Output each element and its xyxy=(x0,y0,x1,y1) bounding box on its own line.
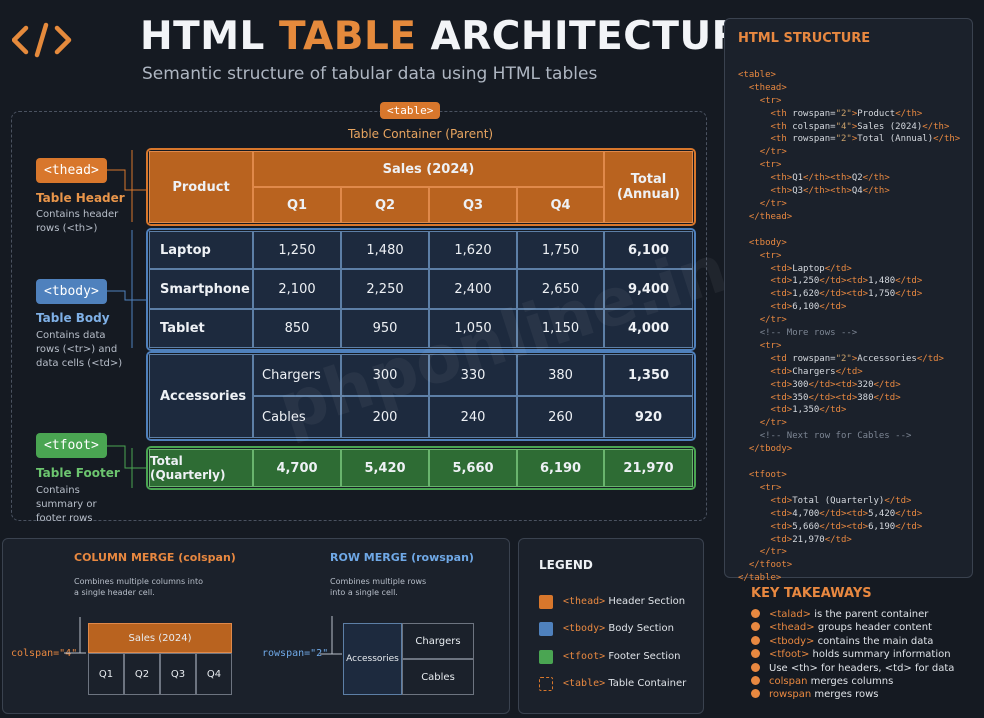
colspan-desc: Combines multiple columns into a single … xyxy=(74,577,203,597)
legend-item-table: <table> Table Container xyxy=(563,678,687,689)
td-product: Tablet xyxy=(149,309,253,348)
th-q3: Q3 xyxy=(429,187,517,223)
html-structure-code: <table> <thead> <tr> <th rowspan="2">Pro… xyxy=(738,69,961,584)
legend-item-tbody: <tbody> Body Section xyxy=(563,623,674,634)
legend-swatch-thead xyxy=(539,595,553,609)
rowspan-title: ROW MERGE (rowspan) xyxy=(330,551,474,564)
key-takeaways-title: KEY TAKEAWAYS xyxy=(751,586,872,601)
check-icon xyxy=(751,635,760,645)
tf-total: 21,970 xyxy=(604,449,693,487)
rowspan-cell: Cables xyxy=(402,659,474,695)
key-takeaways-list: <talad> is the parent container <thead> … xyxy=(751,608,954,702)
tf-q1: 4,700 xyxy=(253,449,341,487)
rowspan-desc: Combines multiple rows into a single cel… xyxy=(330,577,427,597)
td-q2: 1,480 xyxy=(341,231,429,269)
colspan-cell: Q4 xyxy=(196,653,232,695)
th-total: Total (Annual) xyxy=(604,151,693,223)
legend-item-tfoot: <tfoot> Footer Section xyxy=(563,651,681,662)
legend-swatch-tbody xyxy=(539,622,553,636)
check-icon xyxy=(751,676,760,686)
legend-swatch-tfoot xyxy=(539,650,553,664)
legend-item-thead: <thead> Header Section xyxy=(563,596,686,607)
takeaway-item: <tfoot> holds summary information xyxy=(751,648,954,661)
check-icon xyxy=(751,622,760,632)
th-q1: Q1 xyxy=(253,187,341,223)
colspan-cell: Q1 xyxy=(88,653,124,695)
takeaway-item: rowspan merges rows xyxy=(751,688,954,701)
td-accessories-rowspan: Accessories xyxy=(149,354,253,438)
td-q2: 2,250 xyxy=(341,269,429,309)
takeaway-item: Use <th> for headers, <td> for data xyxy=(751,662,954,675)
colspan-cell: Q3 xyxy=(160,653,196,695)
takeaway-item: <talad> is the parent container xyxy=(751,608,954,621)
rowspan-merged-cell: Accessories xyxy=(343,623,402,695)
th-product: Product xyxy=(149,151,253,223)
td-q1: 1,250 xyxy=(253,231,341,269)
th-sales: Sales (2024) xyxy=(253,151,604,187)
td-q1: 850 xyxy=(253,309,341,348)
takeaway-item: <tbody> contains the main data xyxy=(751,635,954,648)
td-q: 240 xyxy=(429,396,517,438)
colspan-merged-cell: Sales (2024) xyxy=(88,623,232,653)
html-structure-title: HTML STRUCTURE xyxy=(738,31,871,46)
td-total: 1,350 xyxy=(604,354,693,396)
td-product: Smartphone xyxy=(149,269,253,309)
td-q1: 2,100 xyxy=(253,269,341,309)
check-icon xyxy=(751,649,760,659)
takeaway-item: colspan merges columns xyxy=(751,675,954,688)
colspan-title: COLUMN MERGE (colspan) xyxy=(74,551,236,564)
th-q2: Q2 xyxy=(341,187,429,223)
check-icon xyxy=(751,689,760,699)
takeaway-item: <thead> groups header content xyxy=(751,621,954,634)
check-icon xyxy=(751,609,760,618)
td-q4: 1,750 xyxy=(517,231,604,269)
legend-swatch-table xyxy=(539,677,553,691)
colspan-cell: Q2 xyxy=(124,653,160,695)
th-q4: Q4 xyxy=(517,187,604,223)
rowspan-cell: Chargers xyxy=(402,623,474,659)
tf-label: Total (Quarterly) xyxy=(149,449,253,487)
legend-title: LEGEND xyxy=(539,558,593,572)
check-icon xyxy=(751,662,760,672)
tf-q3: 5,660 xyxy=(429,449,517,487)
td-total: 920 xyxy=(604,396,693,438)
td-q: 260 xyxy=(517,396,604,438)
td-product: Laptop xyxy=(149,231,253,269)
tf-q4: 6,190 xyxy=(517,449,604,487)
tf-q2: 5,420 xyxy=(341,449,429,487)
td-q3: 1,620 xyxy=(429,231,517,269)
